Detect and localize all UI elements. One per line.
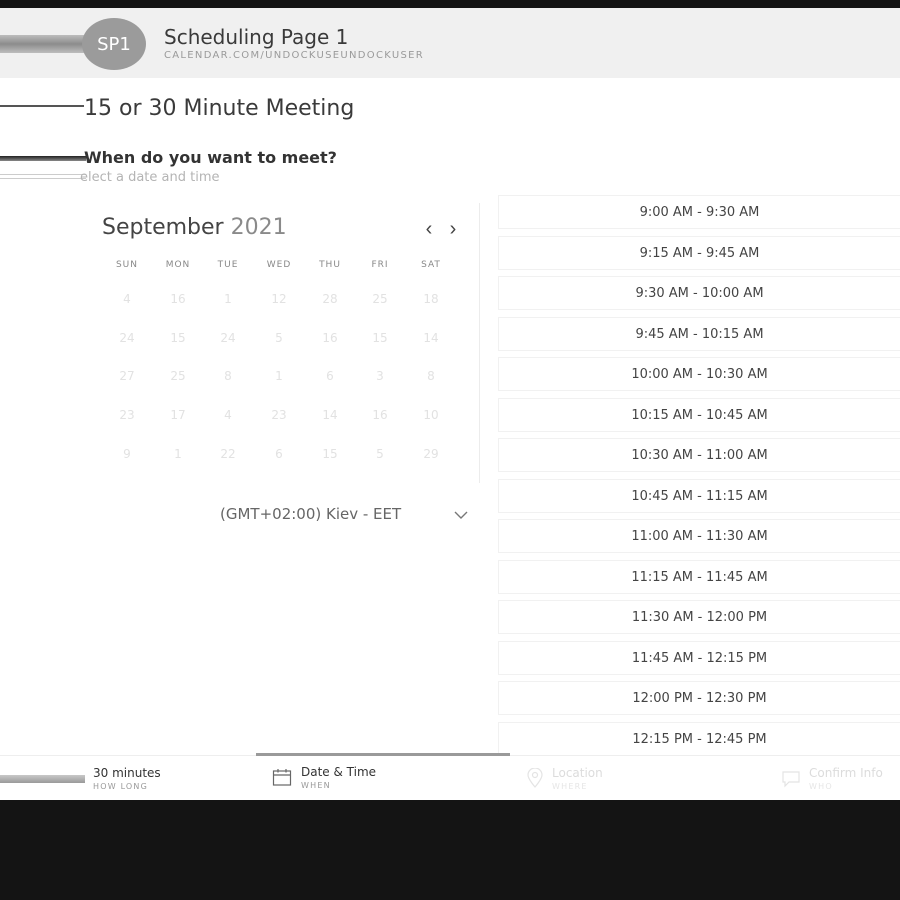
calendar-month-label: September 2021	[102, 215, 287, 240]
weekday-header: FRI	[371, 260, 389, 270]
chevron-down-icon[interactable]	[453, 508, 469, 522]
time-slot-button[interactable]: 10:45 AM - 11:15 AM	[498, 478, 900, 513]
calendar-day: 18	[423, 292, 439, 306]
active-step-indicator	[256, 753, 510, 756]
calendar-day: 24	[220, 331, 236, 345]
question-hint: elect a date and time	[80, 170, 220, 185]
weekday-header: MON	[165, 260, 191, 270]
calendar-day: 29	[423, 447, 439, 461]
chat-bubble-icon	[782, 771, 800, 788]
question-heading: When do you want to meet?	[84, 148, 337, 167]
calendar-day: 3	[376, 369, 384, 383]
time-slot-button[interactable]: 11:45 AM - 12:15 PM	[498, 640, 900, 675]
header-decoration	[0, 35, 95, 53]
page-url[interactable]: CALENDAR.COM/UNDOCKUSEUNDOCKUSER	[164, 50, 424, 61]
step-location-title[interactable]: Location	[552, 766, 603, 780]
calendar-day: 27	[119, 369, 135, 383]
weekday-header: SAT	[421, 260, 441, 270]
hint-decoration-line-2	[0, 178, 86, 179]
chevron-right-icon[interactable]: ›	[443, 218, 463, 240]
page-header: SP1 Scheduling Page 1 CALENDAR.COM/UNDOC…	[0, 8, 900, 78]
weekday-header: WED	[266, 260, 292, 270]
time-slot-button[interactable]: 10:15 AM - 10:45 AM	[498, 397, 900, 432]
calendar-day: 16	[170, 292, 186, 306]
calendar-day: 10	[423, 408, 439, 422]
time-slot-button[interactable]: 9:30 AM - 10:00 AM	[498, 276, 900, 310]
calendar-day: 22	[220, 447, 236, 461]
time-slot-button[interactable]: 9:15 AM - 9:45 AM	[498, 235, 900, 270]
calendar-day: 5	[275, 331, 283, 345]
step-location-sub: WHERE	[552, 782, 588, 791]
time-slot-button[interactable]: 12:00 PM - 12:30 PM	[498, 681, 900, 715]
time-slot-button[interactable]: 10:30 AM - 11:00 AM	[498, 438, 900, 472]
calendar-day: 23	[119, 408, 135, 422]
timezone-select[interactable]: (GMT+02:00) Kiev - EET	[220, 505, 401, 523]
time-slot-button[interactable]: 11:00 AM - 11:30 AM	[498, 519, 900, 553]
calendar-day: 28	[322, 292, 338, 306]
weekday-header: THU	[319, 260, 341, 270]
calendar-day: 15	[322, 447, 338, 461]
question-decoration-line	[0, 156, 86, 161]
year-label: 2021	[230, 215, 287, 240]
calendar-day: 9	[123, 447, 131, 461]
calendar-day: 6	[326, 369, 334, 383]
calendar-day: 14	[322, 408, 338, 422]
chevron-left-icon[interactable]: ‹	[419, 218, 439, 240]
event-title: 15 or 30 Minute Meeting	[84, 96, 355, 121]
calendar-day: 16	[322, 331, 338, 345]
calendar-day: 5	[376, 447, 384, 461]
step-confirm-title[interactable]: Confirm Info	[809, 766, 883, 780]
avatar: SP1	[82, 18, 146, 70]
calendar-day: 15	[170, 331, 186, 345]
footer-decoration	[0, 775, 85, 783]
time-slot-button[interactable]: 11:15 AM - 11:45 AM	[498, 559, 900, 594]
calendar-day: 17	[170, 408, 186, 422]
step-datetime-sub: WHEN	[301, 781, 331, 790]
calendar-divider	[479, 203, 480, 483]
scheduling-page: SP1 Scheduling Page 1 CALENDAR.COM/UNDOC…	[0, 8, 900, 800]
step-duration-sub: HOW LONG	[93, 782, 149, 791]
calendar-day: 4	[224, 408, 232, 422]
calendar-day: 25	[372, 292, 388, 306]
time-slot-button[interactable]: 9:00 AM - 9:30 AM	[498, 195, 900, 229]
time-slot-button[interactable]: 12:15 PM - 12:45 PM	[498, 721, 900, 756]
calendar-day: 1	[174, 447, 182, 461]
time-slot-button[interactable]: 9:45 AM - 10:15 AM	[498, 316, 900, 351]
step-confirm-sub: WHO	[809, 782, 833, 791]
calendar-day: 4	[123, 292, 131, 306]
calendar-day: 6	[275, 447, 283, 461]
calendar-day: 24	[119, 331, 135, 345]
calendar-day: 14	[423, 331, 439, 345]
calendar-day: 25	[170, 369, 186, 383]
calendar-day: 1	[275, 369, 283, 383]
calendar-icon	[272, 769, 292, 786]
calendar-day: 1	[224, 292, 232, 306]
month-name: September	[102, 215, 224, 240]
calendar-day: 15	[372, 331, 388, 345]
title-decoration-line	[0, 105, 84, 107]
step-datetime-title[interactable]: Date & Time	[301, 765, 376, 779]
weekday-header: SUN	[115, 260, 139, 270]
location-pin-icon	[527, 768, 543, 788]
time-slot-button[interactable]: 11:30 AM - 12:00 PM	[498, 600, 900, 634]
page-title: Scheduling Page 1	[164, 25, 349, 49]
calendar-day: 16	[372, 408, 388, 422]
hint-decoration-line	[0, 174, 86, 175]
time-slot-button[interactable]: 10:00 AM - 10:30 AM	[498, 357, 900, 391]
step-duration-title[interactable]: 30 minutes	[93, 766, 161, 780]
calendar-day: 12	[271, 292, 287, 306]
calendar-day: 8	[427, 369, 435, 383]
calendar-day: 23	[271, 408, 287, 422]
calendar-day: 8	[224, 369, 232, 383]
weekday-header: TUE	[217, 260, 239, 270]
